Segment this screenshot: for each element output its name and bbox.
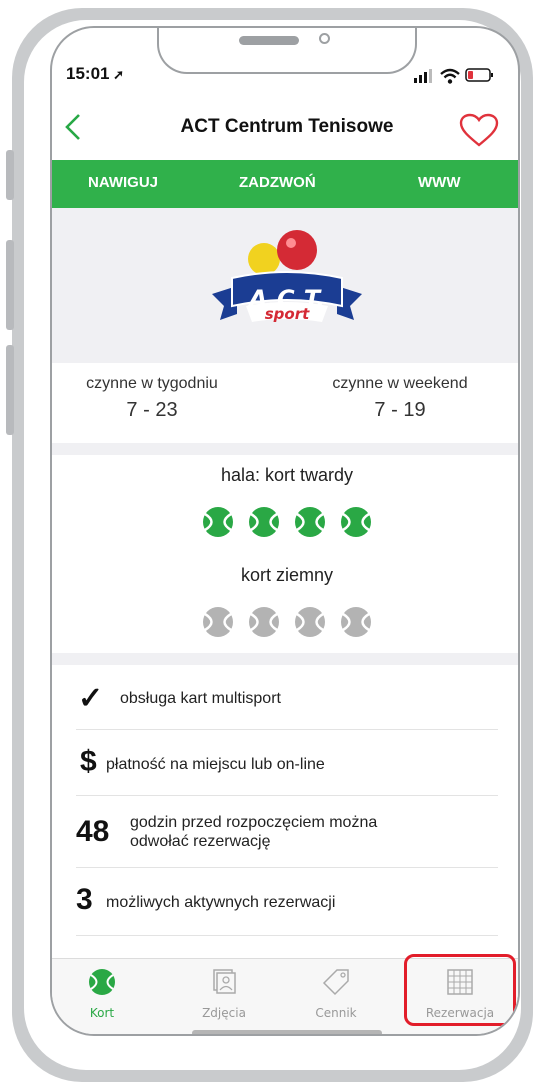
status-icons — [414, 66, 504, 90]
feature-text: płatność na miejscu lub on-line — [106, 756, 325, 773]
tab-cennik[interactable]: Cennik — [286, 967, 386, 1020]
check-icon: ✓ — [78, 682, 104, 715]
weekend-hours: czynne w weekend 7 - 19 — [332, 375, 468, 421]
action-bar: NAWIGUJ ZADZWOŃ WWW — [52, 160, 518, 208]
battery-icon — [465, 68, 493, 82]
signal-icon — [414, 69, 432, 83]
tab-kort[interactable]: Kort — [52, 967, 152, 1020]
divider — [52, 653, 518, 665]
navigate-button[interactable]: NAWIGUJ — [88, 174, 158, 191]
notch — [157, 28, 417, 74]
court-balls-clay — [52, 605, 518, 644]
heart-icon — [459, 113, 499, 147]
logo-subtext: sport — [264, 305, 310, 323]
side-button — [6, 240, 14, 330]
tennis-ball-icon — [293, 505, 327, 544]
feature-row: 3 możliwych aktywnych rezerwacji — [76, 867, 498, 936]
side-button — [6, 345, 14, 435]
call-button[interactable]: ZADZWOŃ — [239, 174, 316, 191]
tennis-ball-icon — [339, 505, 373, 544]
photos-icon — [213, 969, 236, 994]
app-header: ACT Centrum Tenisowe — [52, 98, 518, 160]
tennis-ball-icon — [201, 505, 235, 544]
hours-number: 48 — [76, 815, 110, 848]
feature-row: 48 godzin przed rozpoczęciem można odwoł… — [76, 795, 498, 868]
court-type-hard: hala: kort twardy — [220, 465, 354, 485]
logo-banner: A.C.T. sport — [52, 208, 518, 363]
status-time: 15:01 ➚ — [66, 64, 124, 83]
tennis-ball-icon — [247, 505, 281, 544]
phone-screen: 15:01 ➚ ACT Centrum Tenisowe NAWIGUJ ZAD… — [50, 26, 520, 1036]
speaker — [239, 36, 299, 45]
highlight-box — [404, 954, 516, 1026]
price-tag-icon — [322, 969, 349, 996]
tennis-ball-icon — [339, 605, 373, 644]
camera — [319, 33, 330, 44]
favorite-button[interactable] — [458, 112, 500, 153]
divider — [52, 443, 518, 455]
side-button — [6, 150, 14, 200]
www-button[interactable]: WWW — [418, 174, 460, 191]
tennis-ball-icon — [247, 605, 281, 644]
opening-hours: czynne w tygodniu 7 - 23 czynne w weeken… — [52, 363, 518, 443]
feature-text: obsługa kart multisport — [120, 690, 281, 707]
tab-zdjecia[interactable]: Zdjęcia — [174, 967, 274, 1020]
wifi-icon — [440, 68, 460, 84]
court-balls-hard — [52, 505, 518, 544]
feature-row: ✓ obsługa kart multisport — [76, 665, 498, 730]
feature-text: możliwych aktywnych rezerwacji — [106, 894, 336, 911]
weekday-hours: czynne w tygodniu 7 - 23 — [86, 375, 218, 421]
page-title: ACT Centrum Tenisowe — [180, 116, 394, 137]
dollar-icon: $ — [80, 745, 97, 778]
home-indicator[interactable] — [192, 1030, 382, 1034]
tennis-ball-icon — [201, 605, 235, 644]
location-arrow-icon: ➚ — [109, 67, 124, 82]
courts-section: hala: kort twardy kort ziemny — [52, 455, 518, 653]
feature-text: godzin przed rozpoczęciem można odwołać … — [130, 814, 378, 850]
tennis-ball-icon — [293, 605, 327, 644]
tennis-ball-icon — [89, 969, 115, 995]
reservations-number: 3 — [76, 883, 93, 916]
court-type-clay: kort ziemny — [240, 565, 334, 585]
feature-row: $ płatność na miejscu lub on-line — [76, 729, 498, 796]
